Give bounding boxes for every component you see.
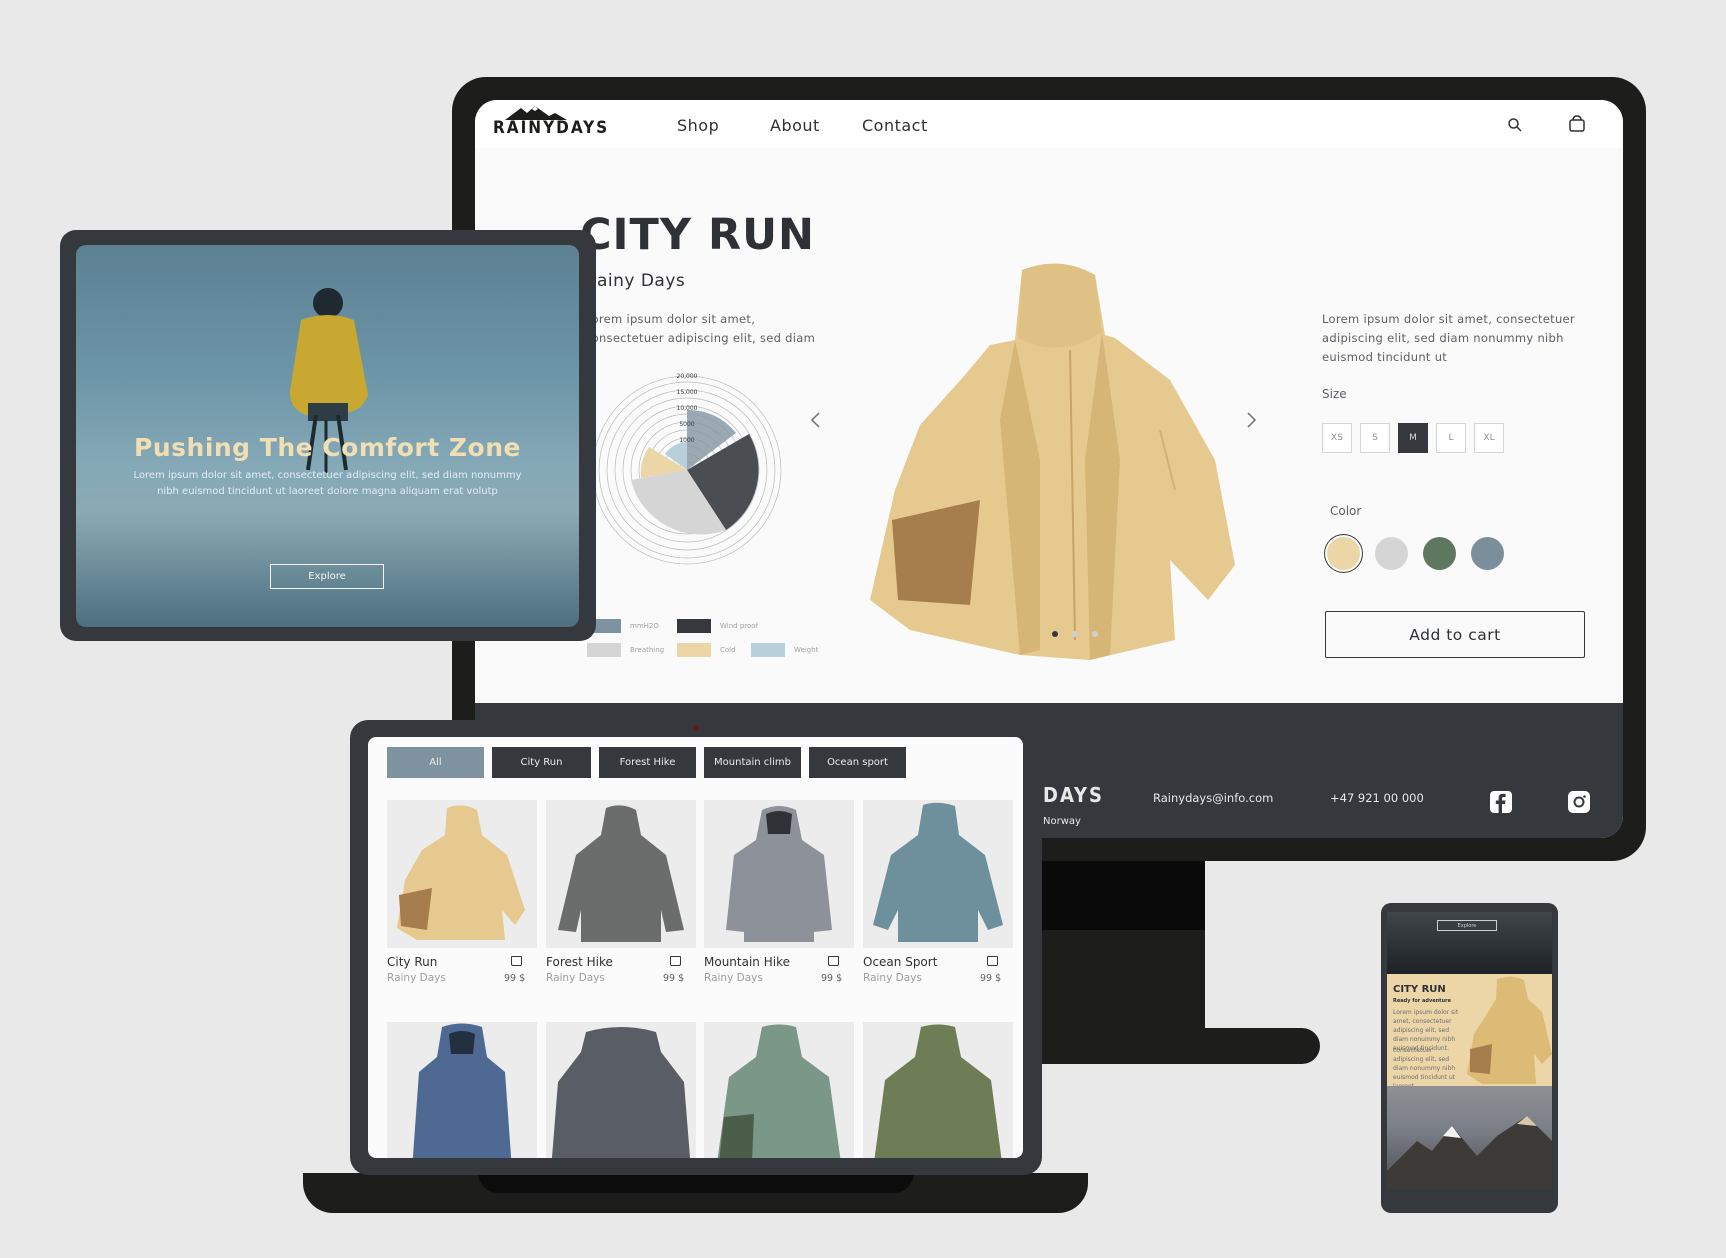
legend-label: Breathing — [630, 646, 665, 654]
chart-tick: 20,000 — [677, 373, 698, 380]
monitor-foot — [1040, 1028, 1320, 1064]
color-swatch-sand[interactable] — [1327, 537, 1360, 570]
product-brand: Rainy Days — [585, 271, 686, 291]
footer-phone: +47 921 00 000 — [1330, 791, 1424, 805]
product-image-mountain-hike[interactable] — [704, 800, 854, 948]
footer-email[interactable]: Rainydays@info.com — [1153, 791, 1273, 805]
product-name[interactable]: Ocean Sport — [863, 955, 937, 969]
color-swatch-grey[interactable] — [1375, 537, 1408, 570]
nav-shop[interactable]: Shop — [677, 116, 719, 135]
explore-button[interactable]: Explore — [270, 564, 384, 589]
product-brand: Rainy Days — [704, 972, 763, 984]
product-image[interactable] — [863, 1022, 1013, 1158]
top-nav: RAINYDAYS Shop About Contact — [475, 100, 1623, 148]
phone-jacket-image — [1467, 976, 1552, 1084]
phone-screen: Explore CITY RUN Ready for adventure Lor… — [1387, 912, 1552, 1189]
product-image-forest-hike[interactable] — [546, 800, 696, 948]
product-name[interactable]: Forest Hike — [546, 955, 613, 969]
product-image-city-run[interactable] — [387, 800, 537, 948]
filter-forest-hike[interactable]: Forest Hike — [599, 747, 696, 778]
add-cart-icon[interactable] — [511, 956, 522, 966]
product-price: 99 $ — [980, 973, 1002, 984]
filter-mountain-climb[interactable]: Mountain climb — [704, 747, 801, 778]
color-swatch-blue[interactable] — [1471, 537, 1504, 570]
size-l[interactable]: L — [1436, 423, 1466, 453]
size-xs[interactable]: XS — [1322, 423, 1352, 453]
product-name[interactable]: Mountain Hike — [704, 955, 790, 969]
color-swatch-green[interactable] — [1423, 537, 1456, 570]
carousel-prev-icon[interactable] — [810, 412, 822, 428]
tablet-screen: Pushing The Comfort Zone Lorem ipsum dol… — [76, 245, 579, 627]
instagram-icon[interactable] — [1568, 791, 1590, 813]
add-cart-icon[interactable] — [828, 956, 839, 966]
hero-title: Pushing The Comfort Zone — [134, 433, 521, 462]
product-brand: Rainy Days — [387, 972, 446, 984]
hero-text-line1: Lorem ipsum dolor sit amet, consectetuer… — [133, 470, 522, 481]
facebook-icon[interactable] — [1490, 791, 1512, 813]
phone-text-2: consectetuer adipiscing elit, sed diam n… — [1393, 1047, 1456, 1090]
color-label: Color — [1330, 504, 1362, 518]
phone-product-title: CITY RUN — [1393, 984, 1446, 995]
footer-logo: DAYS — [1043, 783, 1104, 807]
legend-label: Wind proof — [720, 622, 759, 630]
carousel-dot-active[interactable] — [1052, 631, 1058, 637]
nav-contact[interactable]: Contact — [862, 116, 928, 135]
product-image[interactable] — [704, 1022, 854, 1158]
filter-ocean-sport[interactable]: Ocean sport — [809, 747, 906, 778]
filter-all[interactable]: All — [387, 747, 484, 778]
add-cart-icon[interactable] — [670, 956, 681, 966]
legend-swatch-breathing — [587, 643, 621, 657]
add-to-cart-button[interactable]: Add to cart — [1325, 611, 1585, 658]
phone-explore-button[interactable]: Explore — [1437, 920, 1497, 931]
product-brand: Rainy Days — [546, 972, 605, 984]
footer-country: Norway — [1043, 816, 1081, 827]
phone-product-subtitle: Ready for adventure — [1393, 998, 1451, 1004]
product-jacket-image — [870, 263, 1235, 660]
chart-tick: 5000 — [679, 421, 694, 428]
laptop-notch — [478, 1173, 914, 1193]
phone-mountain-image — [1387, 1086, 1552, 1189]
product-price: 99 $ — [504, 973, 526, 984]
laptop-camera — [693, 725, 699, 731]
carousel-dot[interactable] — [1092, 631, 1098, 637]
size-m[interactable]: M — [1398, 423, 1428, 453]
cart-icon[interactable] — [1568, 115, 1586, 133]
nav-about[interactable]: About — [770, 116, 820, 135]
carousel-next-icon[interactable] — [1245, 412, 1257, 428]
chart-tick: 10,000 — [677, 405, 698, 412]
logo[interactable]: RAINYDAYS — [493, 118, 609, 138]
laptop-screen: All City Run Forest Hike Mountain climb … — [368, 737, 1023, 1158]
legend-label: mmH2O — [630, 622, 659, 630]
legend-label: Weight — [794, 646, 819, 654]
product-name[interactable]: City Run — [387, 955, 437, 969]
search-icon[interactable] — [1507, 117, 1523, 133]
product-brand: Rainy Days — [863, 972, 922, 984]
hero-text-line2: nibh euismod tincidunt ut laoreet dolore… — [157, 486, 498, 497]
legend-swatch-cold — [677, 643, 711, 657]
legend-label: Cold — [720, 646, 736, 654]
product-price: 99 $ — [663, 973, 685, 984]
monitor-neck — [1040, 860, 1205, 930]
product-title: CITY RUN — [580, 210, 816, 260]
size-s[interactable]: S — [1360, 423, 1390, 453]
carousel-dot[interactable] — [1072, 631, 1078, 637]
product-image[interactable] — [546, 1022, 696, 1158]
chart-tick: 1000 — [679, 437, 694, 444]
legend-swatch-wind — [677, 619, 711, 633]
legend-swatch-weight — [751, 643, 785, 657]
size-label: Size — [1322, 387, 1347, 401]
filter-city-run[interactable]: City Run — [492, 747, 591, 778]
product-image-ocean-sport[interactable] — [863, 800, 1013, 948]
product-price: 99 $ — [821, 973, 843, 984]
add-cart-icon[interactable] — [987, 956, 998, 966]
left-description: Lorem ipsum dolor sit amet, consectetuer… — [585, 312, 816, 345]
right-description: Lorem ipsum dolor sit amet, consectetuer… — [1322, 312, 1575, 364]
product-image[interactable] — [387, 1022, 537, 1158]
polar-chart: 20,000 15,000 10,000 5000 1000 — [592, 373, 782, 565]
chart-tick: 15,000 — [677, 389, 698, 396]
size-xl[interactable]: XL — [1474, 423, 1504, 453]
